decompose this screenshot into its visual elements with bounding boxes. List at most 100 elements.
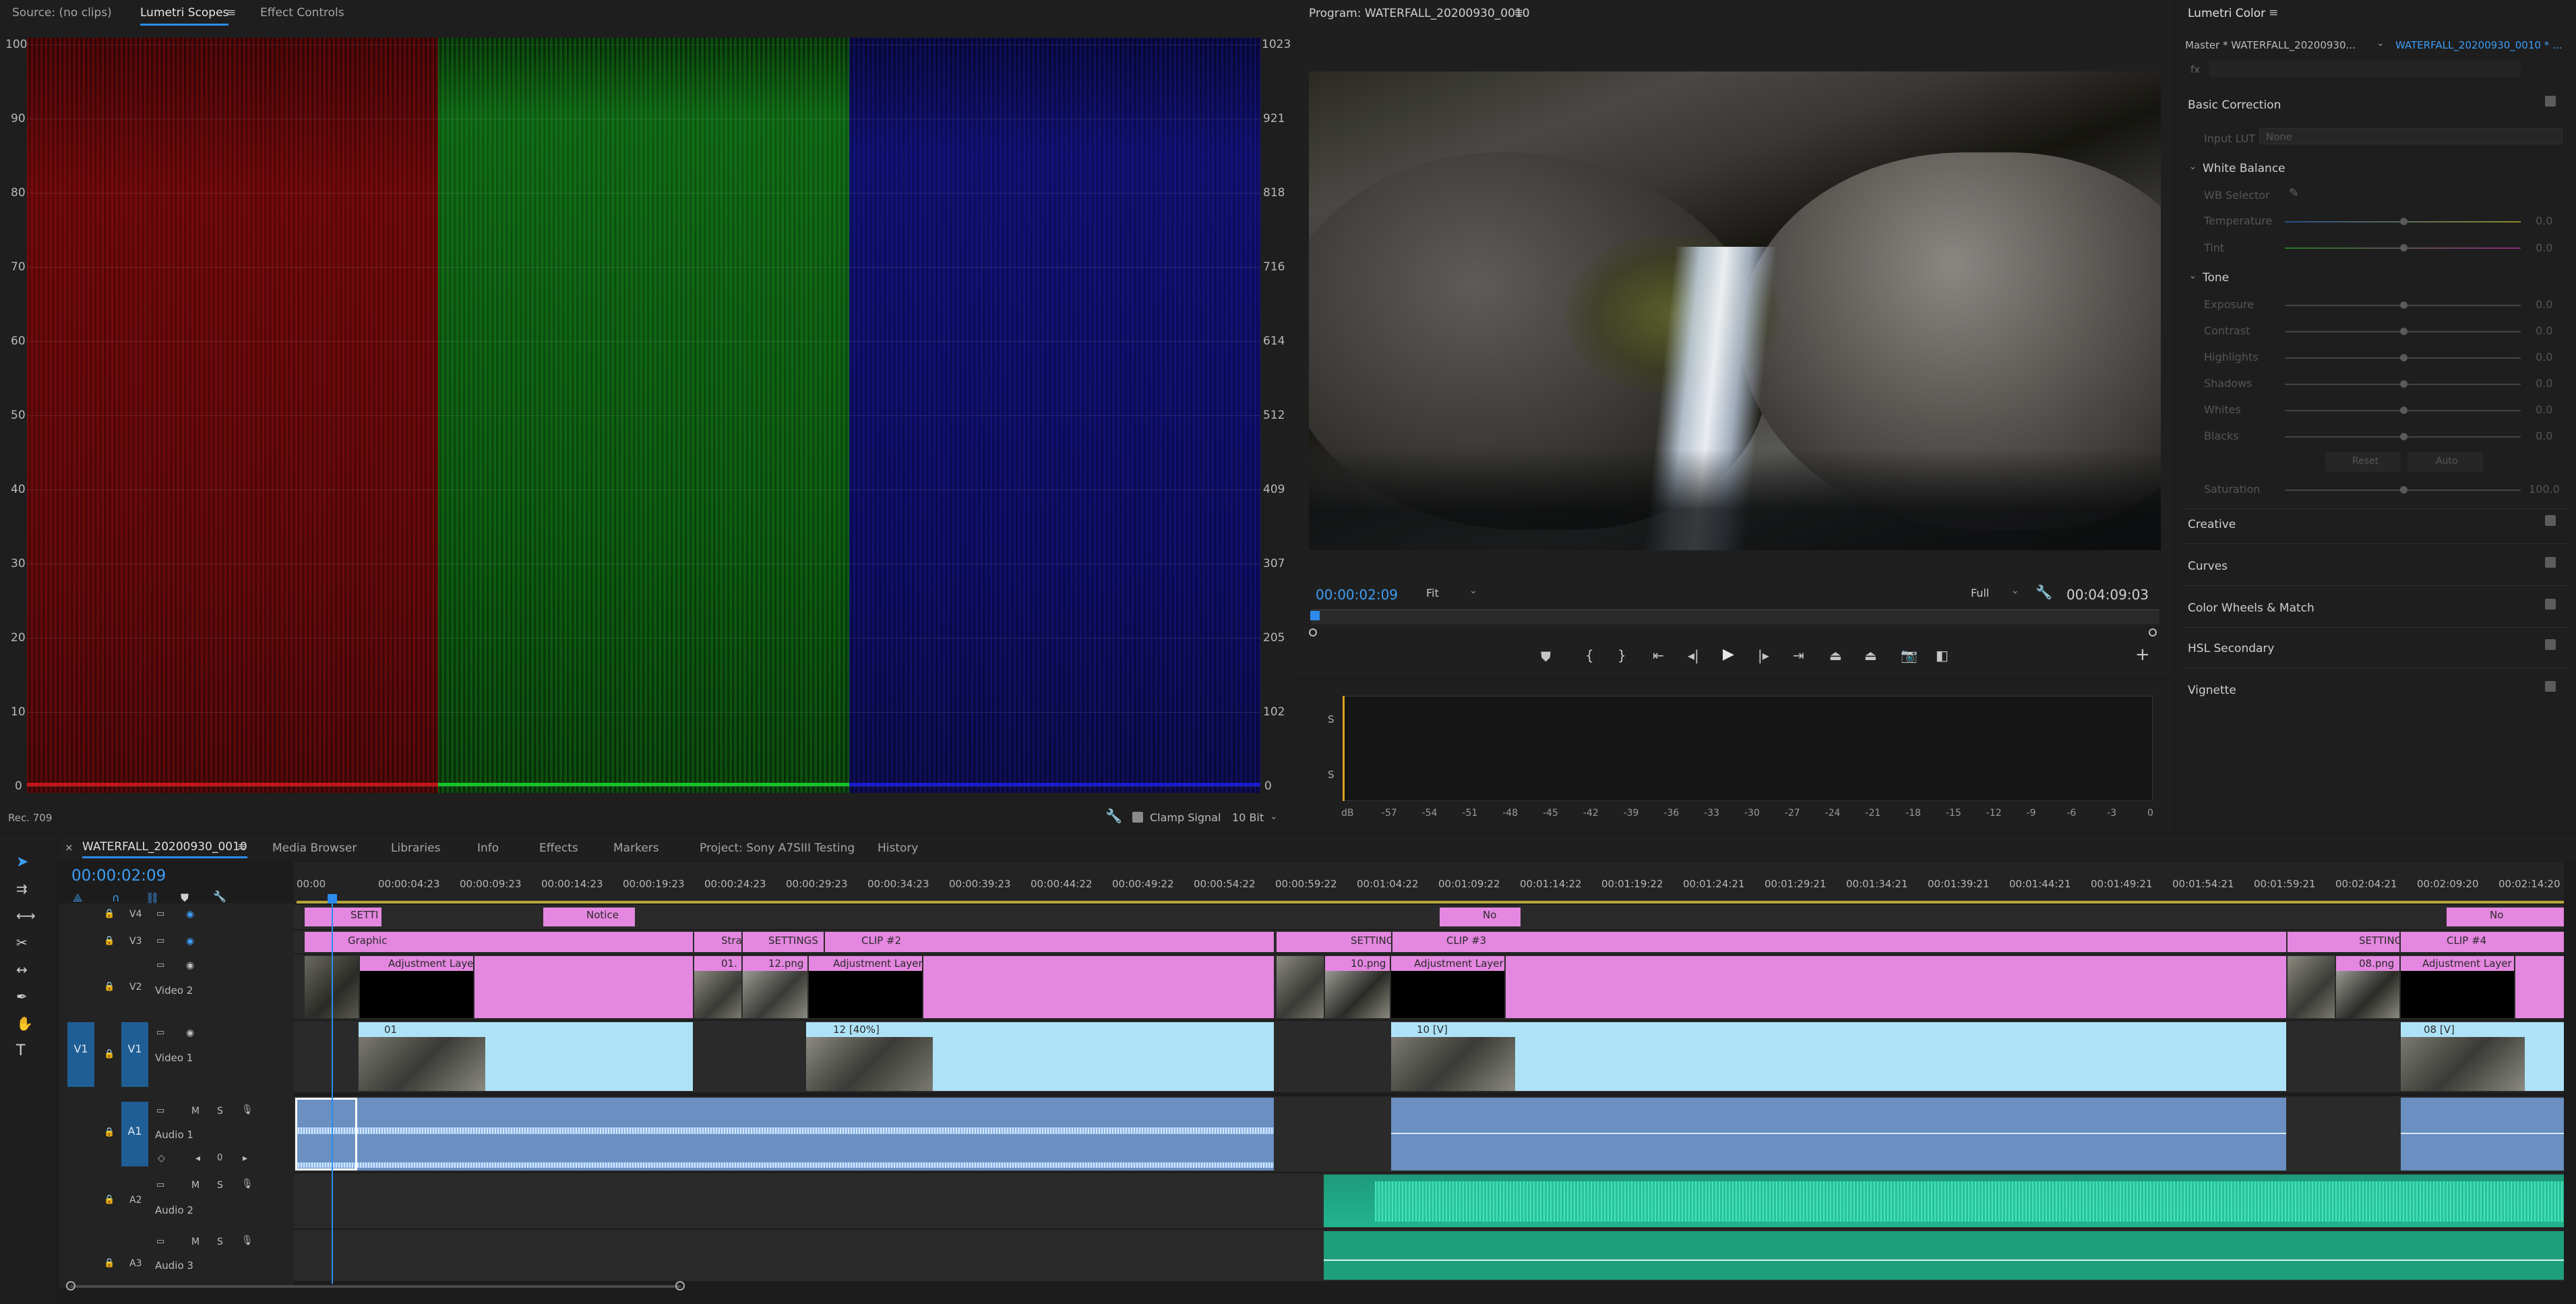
step-back-icon[interactable]: ◂| bbox=[1688, 647, 1699, 663]
clip-v3[interactable] bbox=[1392, 932, 2286, 952]
in-point-handle[interactable] bbox=[1309, 628, 1317, 636]
comparison-view-icon[interactable]: ◧ bbox=[1936, 647, 1949, 663]
tab-project[interactable]: Project: Sony A7SIII Testing bbox=[700, 841, 855, 855]
mark-out-icon[interactable]: } bbox=[1618, 647, 1626, 663]
lock-icon[interactable]: 🔒 bbox=[104, 1127, 115, 1137]
chevron-down-icon[interactable]: ⌄ bbox=[1469, 585, 1477, 596]
eye-icon[interactable]: ◉ bbox=[186, 1028, 194, 1038]
clip-v1[interactable] bbox=[2401, 1022, 2525, 1091]
input-lut-dropdown[interactable] bbox=[2259, 128, 2563, 144]
playhead-handle[interactable] bbox=[328, 894, 337, 903]
program-timecode[interactable]: 00:00:02:09 bbox=[1316, 587, 1398, 603]
tab-effects[interactable]: Effects bbox=[539, 841, 578, 855]
clip-a3[interactable] bbox=[1324, 1231, 2564, 1280]
fit-dropdown[interactable]: Fit bbox=[1426, 587, 1439, 599]
film-icon[interactable]: ▭ bbox=[156, 1028, 164, 1038]
extract-icon[interactable]: ⏏ bbox=[1864, 647, 1877, 663]
color-wheels-header[interactable]: Color Wheels & Match bbox=[2188, 601, 2314, 615]
exposure-value[interactable]: 0.0 bbox=[2536, 298, 2552, 311]
film-icon[interactable]: ▭ bbox=[156, 960, 164, 970]
pen-tool-icon[interactable]: ✒ bbox=[16, 988, 28, 1005]
creative-header[interactable]: Creative bbox=[2188, 518, 2236, 531]
color-wheels-checkbox[interactable] bbox=[2545, 599, 2556, 610]
saturation-knob[interactable] bbox=[2400, 486, 2408, 494]
track-a1-target[interactable]: A1 bbox=[121, 1102, 148, 1166]
tab-info[interactable]: Info bbox=[477, 841, 499, 855]
chevron-down-icon[interactable]: ⌄ bbox=[2189, 162, 2197, 172]
clamp-signal-checkbox[interactable] bbox=[1132, 812, 1143, 823]
scrub-bar[interactable] bbox=[1312, 610, 2159, 624]
clip-v1[interactable] bbox=[933, 1022, 1274, 1091]
tint-value[interactable]: 0.0 bbox=[2536, 241, 2552, 254]
tab-libraries[interactable]: Libraries bbox=[391, 841, 440, 855]
saturation-value[interactable]: 100.0 bbox=[2529, 483, 2560, 496]
tab-lumetri-scopes[interactable]: Lumetri Scopes bbox=[140, 6, 229, 26]
mic-icon[interactable]: 🎙 bbox=[241, 1235, 253, 1246]
scroll-handle-left[interactable] bbox=[66, 1281, 75, 1291]
shadows-value[interactable]: 0.0 bbox=[2536, 377, 2552, 390]
snap-icon[interactable]: ∩ bbox=[112, 891, 120, 904]
timeline-timecode[interactable]: 00:00:02:09 bbox=[71, 867, 166, 885]
clip-v2[interactable] bbox=[923, 956, 1274, 1018]
clip-v1[interactable] bbox=[359, 1022, 485, 1091]
tab-history[interactable]: History bbox=[878, 841, 918, 855]
mark-in-icon[interactable]: { bbox=[1585, 647, 1594, 663]
clip-v2[interactable] bbox=[2515, 956, 2564, 1018]
chevron-down-icon[interactable]: ⌄ bbox=[1270, 811, 1278, 822]
playhead-marker[interactable] bbox=[1310, 611, 1320, 620]
highlights-knob[interactable] bbox=[2400, 354, 2408, 361]
tone-header[interactable]: Tone bbox=[2203, 271, 2229, 285]
mic-icon[interactable]: 🎙 bbox=[241, 1104, 253, 1115]
step-forward-icon[interactable]: |▸ bbox=[1758, 647, 1769, 663]
wrench-icon[interactable]: 🔧 bbox=[213, 890, 226, 903]
film-icon[interactable]: ▭ bbox=[156, 909, 164, 919]
highlights-value[interactable]: 0.0 bbox=[2536, 351, 2552, 363]
chevron-down-icon[interactable]: ⌄ bbox=[2376, 38, 2385, 49]
solo-label[interactable]: S bbox=[1328, 769, 1335, 781]
clip-v2-thumbnail[interactable] bbox=[1277, 956, 1324, 1018]
type-tool-icon[interactable]: T bbox=[16, 1042, 25, 1059]
mute-button[interactable]: M bbox=[191, 1237, 200, 1247]
out-point-handle[interactable] bbox=[2149, 628, 2157, 636]
add-marker-icon[interactable]: ⛊ bbox=[1541, 649, 1551, 665]
master-clip-label[interactable]: Master * WATERFALL_20200930... bbox=[2185, 39, 2356, 51]
add-marker-icon[interactable]: ⛊ bbox=[181, 891, 189, 905]
keyframe-nav-icon[interactable]: ◇ bbox=[158, 1153, 165, 1164]
tab-source[interactable]: Source: (no clips) bbox=[12, 6, 112, 20]
lock-icon[interactable]: 🔒 bbox=[104, 1195, 115, 1205]
tab-effect-controls[interactable]: Effect Controls bbox=[260, 6, 344, 20]
mic-icon[interactable]: 🎙 bbox=[241, 1179, 253, 1189]
selection-tool-icon[interactable]: ➤ bbox=[16, 854, 28, 870]
wrench-icon[interactable]: 🔧 bbox=[1105, 808, 1122, 824]
contrast-value[interactable]: 0.0 bbox=[2536, 324, 2552, 337]
hsl-secondary-header[interactable]: HSL Secondary bbox=[2188, 642, 2274, 655]
panel-menu-icon[interactable]: ≡ bbox=[237, 840, 247, 854]
clip-v2-thumbnail[interactable] bbox=[2288, 956, 2335, 1018]
lock-icon[interactable]: 🔒 bbox=[104, 936, 115, 946]
solo-label[interactable]: S bbox=[1328, 713, 1335, 725]
mute-button[interactable]: M bbox=[191, 1106, 200, 1117]
creative-checkbox[interactable] bbox=[2545, 515, 2556, 526]
lock-icon[interactable]: 🔒 bbox=[104, 1049, 115, 1059]
clip-v4[interactable] bbox=[2447, 908, 2564, 926]
chevron-down-icon[interactable]: ⌄ bbox=[2189, 271, 2197, 281]
resolution-dropdown[interactable]: Full bbox=[1971, 587, 1989, 599]
eye-icon[interactable]: ◉ bbox=[186, 909, 194, 920]
tab-sequence[interactable]: WATERFALL_20200930_0010 bbox=[82, 840, 247, 858]
clip-v2[interactable] bbox=[1506, 956, 2286, 1018]
whites-knob[interactable] bbox=[2400, 407, 2408, 414]
contrast-knob[interactable] bbox=[2400, 328, 2408, 335]
ripple-edit-icon[interactable]: ⟷ bbox=[16, 908, 36, 924]
clip-v1[interactable] bbox=[1391, 1022, 1515, 1091]
vignette-header[interactable]: Vignette bbox=[2188, 684, 2236, 697]
blacks-knob[interactable] bbox=[2400, 433, 2408, 440]
horizontal-scrollbar[interactable] bbox=[70, 1285, 681, 1288]
wrench-icon[interactable]: 🔧 bbox=[2035, 584, 2052, 600]
prev-keyframe-icon[interactable]: ◂ bbox=[195, 1153, 200, 1164]
clip-v1[interactable] bbox=[1515, 1022, 2286, 1091]
shadows-knob[interactable] bbox=[2400, 380, 2408, 388]
curves-checkbox[interactable] bbox=[2545, 557, 2556, 568]
eyedropper-icon[interactable]: ✎ bbox=[2289, 186, 2299, 200]
solo-button[interactable]: S bbox=[217, 1106, 223, 1117]
curves-header[interactable]: Curves bbox=[2188, 560, 2228, 573]
